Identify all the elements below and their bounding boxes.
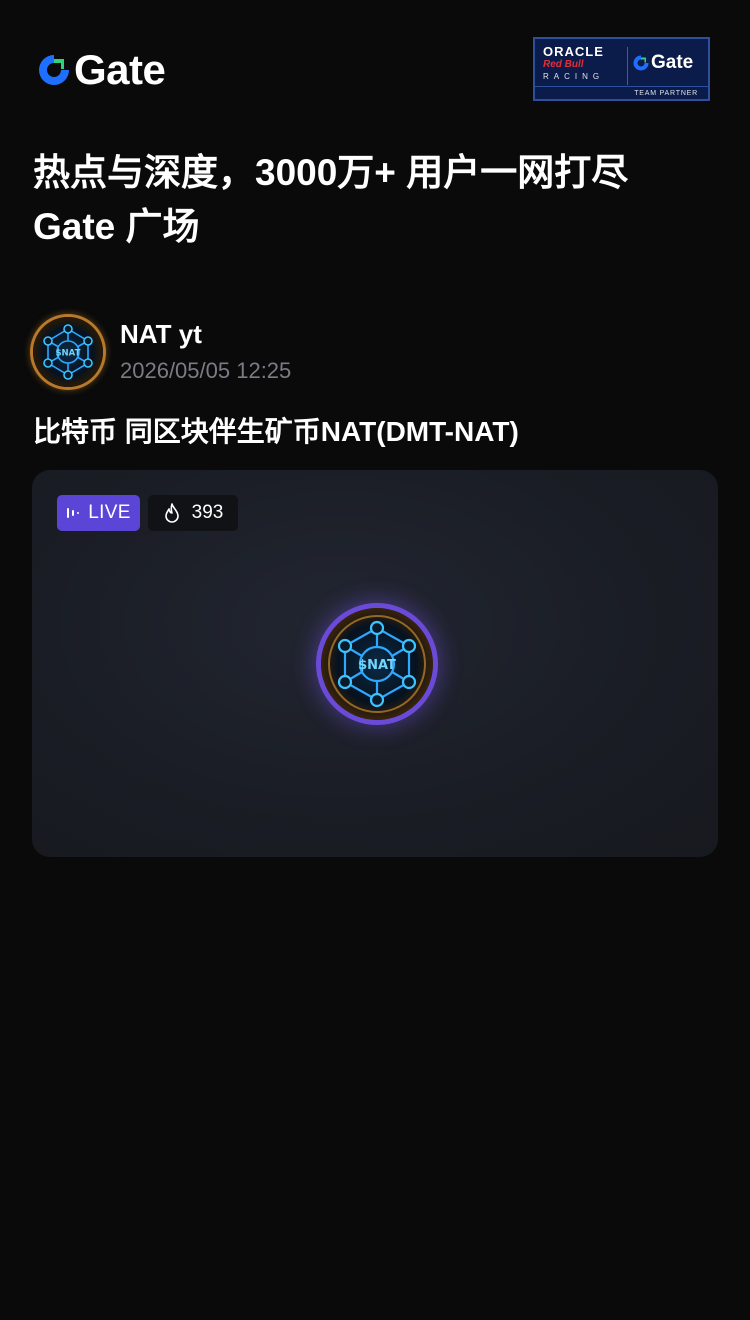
host-avatar-label: $NAT <box>358 658 396 673</box>
nat-network-icon: $NAT <box>321 608 433 720</box>
live-label: LIVE <box>88 502 131 523</box>
brand-name: Gate <box>74 46 166 93</box>
page-headline: 热点与深度，3000万+ 用户一网打尽 Gate 广场 <box>33 146 723 254</box>
team-partner-text: TEAM PARTNER <box>634 89 698 97</box>
badge-divider <box>627 47 628 85</box>
avatar-label: $NAT <box>56 349 81 359</box>
racing-text: RACING <box>543 72 605 81</box>
badge-gate-logo: Gate <box>632 53 693 73</box>
author-name[interactable]: NAT yt <box>120 318 202 350</box>
post-title[interactable]: 比特币 同区块伴生矿币NAT(DMT-NAT) <box>33 414 519 450</box>
live-stream-card[interactable]: LIVE 393 $NAT <box>32 470 718 857</box>
oracle-text: ORACLE <box>543 44 604 59</box>
header: Gate ORACLE Red Bull RACING Gate TEAM PA… <box>0 0 750 110</box>
team-partner-badge: ORACLE Red Bull RACING Gate TEAM PARTNER <box>533 37 710 101</box>
gate-logo-icon <box>39 55 69 85</box>
headline-line-1: 热点与深度，3000万+ 用户一网打尽 <box>33 152 629 193</box>
sound-wave-icon <box>67 508 80 518</box>
gate-logo-icon <box>633 55 649 71</box>
headline-line-2: Gate 广场 <box>33 206 200 247</box>
redbull-text: Red Bull <box>543 59 584 70</box>
page: Gate ORACLE Red Bull RACING Gate TEAM PA… <box>0 0 750 1320</box>
post-timestamp: 2026/05/05 12:25 <box>120 358 292 383</box>
oracle-redbull-logo: ORACLE Red Bull RACING <box>543 45 627 89</box>
viewer-count-badge: 393 <box>148 495 238 531</box>
gate-logo[interactable]: Gate <box>36 46 166 93</box>
badge-gate-text: Gate <box>651 52 694 73</box>
author-avatar[interactable]: $NAT <box>33 317 103 387</box>
viewer-count: 393 <box>191 502 224 523</box>
host-avatar[interactable]: $NAT <box>321 608 433 720</box>
nat-network-icon: $NAT <box>33 317 103 387</box>
live-status-badge: LIVE <box>57 495 140 531</box>
flame-icon <box>164 503 179 523</box>
badge-footer: TEAM PARTNER <box>535 86 708 99</box>
